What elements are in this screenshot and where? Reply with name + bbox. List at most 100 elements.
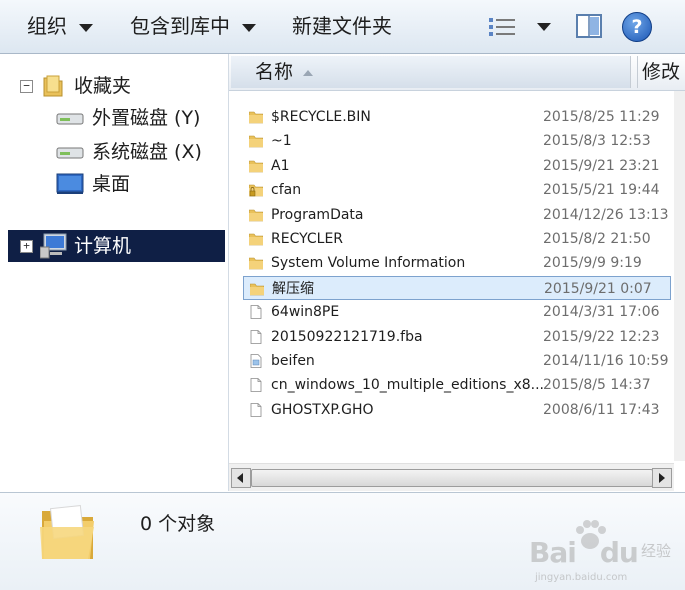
arrow-left-icon [237, 473, 243, 483]
chevron-down-icon [242, 23, 256, 32]
scroll-left-button[interactable] [231, 468, 251, 488]
scrollbar-thumb[interactable] [251, 469, 653, 487]
file-name: 64win8PE [271, 304, 340, 321]
vertical-scrollbar[interactable] [674, 91, 685, 461]
nav-item-desktop[interactable]: 桌面 [56, 170, 226, 198]
arrow-right-icon [659, 473, 665, 483]
command-bar: 组织 包含到库中 新建文件夹 ? [0, 0, 685, 54]
organize-button[interactable]: 组织 [27, 12, 93, 40]
help-icon[interactable]: ? [622, 12, 652, 42]
file-icon [250, 378, 262, 393]
file-modified-date: 2015/8/5 14:37 [543, 377, 651, 394]
new-folder-button[interactable]: 新建文件夹 [292, 12, 392, 40]
view-options-chevron-icon[interactable] [537, 23, 551, 31]
explorer-window: 组织 包含到库中 新建文件夹 ? − 收藏夹 外置磁盘 (Y) 系统磁盘 (X)… [0, 0, 685, 590]
column-header: 名称 修改 [229, 54, 685, 91]
navigation-pane: − 收藏夹 外置磁盘 (Y) 系统磁盘 (X) 桌面 + 计算机 [0, 54, 229, 491]
file-name: cfan [271, 182, 302, 199]
collapse-icon[interactable]: − [20, 80, 33, 93]
image-file-icon [250, 354, 262, 368]
file-name: beifen [271, 353, 315, 369]
column-name-label: 名称 [255, 61, 294, 83]
file-modified-date: 2015/9/21 23:21 [543, 157, 660, 174]
watermark-sub: 经验 [641, 542, 672, 560]
folder-icon [250, 283, 264, 296]
file-name: 解压缩 [272, 280, 314, 297]
file-name: 20150922121719.fba [271, 328, 423, 345]
nav-item-computer[interactable]: + 计算机 [8, 230, 225, 262]
expand-icon[interactable]: + [20, 240, 33, 253]
file-icon [250, 329, 262, 344]
nav-item-external-disk[interactable]: 外置磁盘 (Y) [56, 104, 226, 132]
file-row[interactable]: 解压缩 2015/9/21 0:07 [243, 275, 671, 300]
file-row[interactable]: ProgramData 2014/12/26 13:13 [243, 203, 671, 227]
new-folder-label: 新建文件夹 [292, 14, 392, 38]
file-name: RECYCLER [271, 231, 344, 247]
file-row[interactable]: 64win8PE 2014/3/31 17:06 [243, 300, 671, 324]
watermark-logo-text: Bai [529, 536, 577, 569]
nav-item-favorites[interactable]: − 收藏夹 [20, 72, 220, 100]
file-row[interactable]: GHOSTXP.GHO 2008/6/11 17:43 [243, 398, 671, 422]
file-row[interactable]: cn_windows_10_multiple_editions_x8... 201… [243, 373, 671, 397]
folder-icon [249, 160, 263, 173]
file-name: GHOSTXP.GHO [271, 401, 374, 418]
watermark: Bai du 经验 jingyan.baidu.com [525, 518, 675, 586]
column-name-header[interactable]: 名称 [231, 56, 631, 88]
file-modified-date: 2015/9/9 9:19 [543, 255, 642, 272]
include-in-library-button[interactable]: 包含到库中 [130, 12, 256, 40]
folder-icon [249, 209, 263, 221]
column-modified-header[interactable]: 修改 [637, 56, 685, 88]
file-name: A1 [271, 157, 290, 174]
organize-label: 组织 [27, 14, 67, 38]
file-icon [250, 305, 262, 320]
file-modified-date: 2015/8/25 11:29 [543, 109, 660, 125]
file-name: ProgramData [271, 206, 364, 223]
file-modified-date: 2015/9/21 0:07 [544, 280, 652, 297]
nav-computer-label: 计算机 [74, 235, 132, 257]
large-folder-icon [40, 504, 94, 559]
file-list: $RECYCLE.BIN 2015/8/25 11:29 ~1 2015/8/3 12… [229, 91, 674, 461]
nav-item-system-disk[interactable]: 系统磁盘 (X) [56, 138, 226, 166]
folder-icon [249, 136, 263, 148]
favorites-folder-icon [43, 75, 63, 97]
horizontal-scrollbar[interactable] [229, 463, 674, 491]
drive-icon [56, 147, 84, 159]
file-row[interactable]: RECYCLER 2015/8/2 21:50 [243, 227, 671, 251]
folder-icon [249, 258, 263, 270]
file-name: $RECYCLE.BIN [271, 109, 371, 125]
view-list-icon[interactable] [488, 17, 516, 37]
file-name: cn_windows_10_multiple_editions_x8... [271, 377, 545, 394]
file-row[interactable]: ~1 2015/8/3 12:53 [243, 129, 671, 153]
file-modified-date: 2014/12/26 13:13 [543, 206, 669, 223]
folder-icon [249, 233, 263, 246]
nav-desktop-label: 桌面 [92, 173, 131, 195]
drive-icon [56, 113, 84, 125]
scroll-right-button[interactable] [652, 468, 672, 488]
file-name: System Volume Information [271, 255, 466, 272]
file-row[interactable]: A1 2015/9/21 23:21 [243, 154, 671, 178]
column-modified-label: 修改 [642, 61, 681, 83]
file-modified-date: 2015/8/3 12:53 [543, 133, 651, 150]
file-modified-date: 2014/3/31 17:06 [543, 304, 660, 321]
file-row[interactable]: beifen 2014/11/16 10:59 [243, 349, 671, 373]
nav-external-disk-label: 外置磁盘 (Y) [92, 107, 201, 129]
preview-pane-icon[interactable] [576, 14, 602, 38]
paw-icon [576, 520, 606, 549]
nav-favorites-label: 收藏夹 [74, 75, 132, 97]
file-modified-date: 2014/11/16 10:59 [543, 353, 669, 369]
include-in-library-label: 包含到库中 [130, 14, 230, 38]
chevron-down-icon [79, 23, 93, 32]
object-count: 0 个对象 [140, 513, 216, 535]
file-modified-date: 2008/6/11 17:43 [543, 401, 660, 418]
file-name: ~1 [271, 133, 292, 150]
locked-folder-icon [249, 184, 263, 197]
file-row[interactable]: cfan 2015/5/21 19:44 [243, 178, 671, 202]
file-icon [250, 402, 262, 417]
file-modified-date: 2015/5/21 19:44 [543, 182, 660, 199]
file-row[interactable]: 20150922121719.fba 2015/9/22 12:23 [243, 325, 671, 349]
computer-icon [40, 233, 67, 259]
sort-ascending-icon [303, 69, 314, 76]
file-row[interactable]: $RECYCLE.BIN 2015/8/25 11:29 [243, 105, 671, 129]
file-modified-date: 2015/8/2 21:50 [543, 231, 651, 247]
file-row[interactable]: System Volume Information 2015/9/9 9:19 [243, 251, 671, 275]
